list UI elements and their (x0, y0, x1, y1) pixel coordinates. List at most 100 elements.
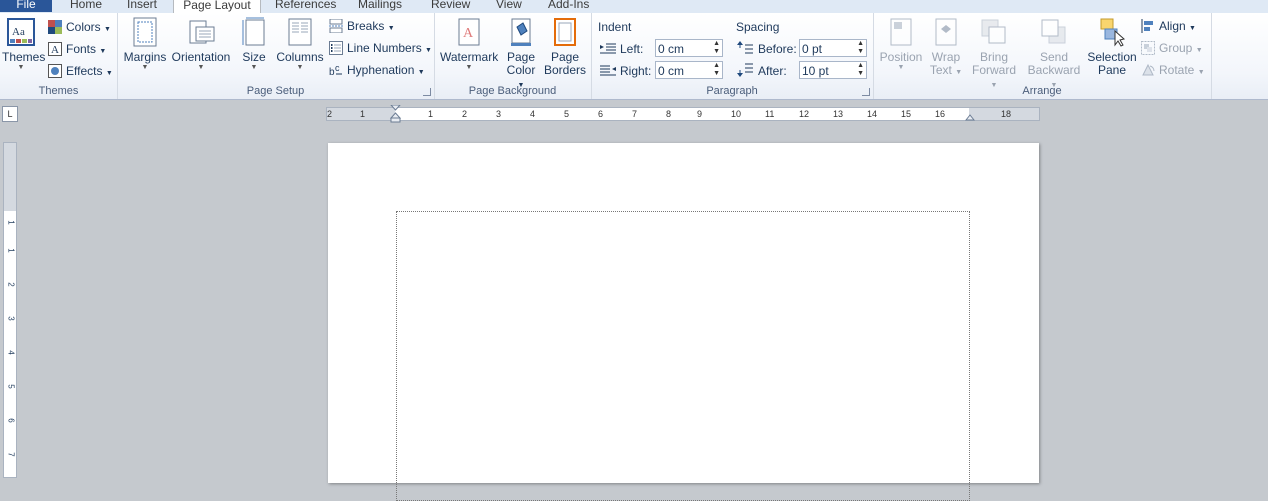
chevron-down-icon: ▼ (141, 64, 149, 71)
chevron-down-icon: ▼ (17, 64, 25, 71)
fonts-button[interactable]: A Fonts ▼ (48, 40, 106, 58)
group-button[interactable]: Group ▼ (1141, 39, 1203, 57)
position-icon (890, 18, 912, 46)
page-color-button[interactable]: Page Color ▼ (502, 17, 540, 92)
indent-marker-icon[interactable] (390, 105, 401, 123)
hyphenation-button[interactable]: b c Hyphenation ▼ (329, 61, 425, 79)
chevron-down-icon: ▼ (197, 64, 205, 71)
selection-pane-icon (1100, 18, 1126, 47)
chevron-down-icon: ▼ (955, 69, 963, 76)
wrap-text-button[interactable]: Wrap Text ▼ (928, 17, 964, 79)
wrap-text-icon (935, 18, 957, 46)
page-color-icon (511, 18, 531, 46)
ruler-label: 5 (6, 384, 16, 389)
position-label: Position (879, 50, 923, 64)
spinner-arrows-icon[interactable]: ▲ ▼ (857, 40, 864, 56)
group-label: Group (1159, 41, 1193, 55)
effects-button[interactable]: Effects ▼ (48, 62, 113, 80)
columns-icon (288, 18, 312, 46)
group-label-arrange: Arrange (1022, 85, 1062, 97)
top-margin-zone (4, 143, 16, 211)
group-objects-icon (1141, 41, 1155, 55)
tab-view[interactable]: View (496, 0, 522, 12)
fonts-icon: A (48, 42, 62, 56)
ruler-label: 2 (327, 109, 333, 119)
vertical-ruler[interactable]: 1 1 2 3 4 5 6 7 (3, 142, 17, 478)
spacing-before-label: Before: (758, 42, 797, 56)
tab-file[interactable]: File (0, 0, 52, 12)
spinner-arrows-icon[interactable]: ▲ ▼ (713, 62, 720, 78)
ruler-label: 14 (867, 109, 878, 119)
right-indent-marker-icon[interactable] (965, 111, 975, 121)
bring-forward-button[interactable]: Bring Forward ▼ (968, 17, 1020, 92)
tab-review[interactable]: Review (431, 0, 470, 12)
spacing-after-icon (737, 63, 753, 77)
bring-forward-icon (981, 19, 1006, 44)
position-button[interactable]: Position ▼ (877, 17, 925, 72)
tab-home[interactable]: Home (70, 0, 102, 12)
margins-label: Margins (123, 50, 167, 64)
align-button[interactable]: Align ▼ (1141, 17, 1196, 35)
columns-button[interactable]: Columns ▼ (275, 17, 325, 72)
tab-selector-button[interactable]: L (2, 106, 18, 122)
indent-left-input[interactable]: 0 cm ▲ ▼ (655, 39, 723, 57)
indent-right-value: 0 cm (658, 64, 685, 78)
send-backward-icon (1041, 19, 1066, 44)
horizontal-ruler[interactable]: 2 1 1 2 3 4 5 6 7 8 9 10 11 12 13 14 15 … (326, 105, 1040, 123)
selection-pane-label-line2: Pane (1097, 63, 1127, 77)
chevron-down-icon: ▼ (250, 64, 258, 71)
effects-label: Effects (66, 64, 103, 78)
document-page[interactable] (328, 143, 1039, 501)
colors-icon (48, 20, 62, 34)
indent-right-input[interactable]: 0 cm ▲ ▼ (655, 61, 723, 79)
group-label-page-setup: Page Setup (246, 85, 305, 97)
ruler-label: 9 (697, 109, 703, 119)
chevron-down-icon: ▼ (105, 70, 113, 77)
chevron-down-icon: ▼ (897, 64, 905, 71)
ruler-label: 2 (462, 109, 468, 119)
selection-pane-button[interactable]: Selection Pane (1086, 17, 1138, 77)
ruler-label: 18 (1001, 109, 1012, 119)
align-label: Align (1159, 19, 1186, 33)
tab-insert[interactable]: Insert (127, 0, 157, 12)
page-borders-label-line1: Page (550, 50, 580, 64)
tab-add-ins[interactable]: Add-Ins (548, 0, 589, 12)
spinner-arrows-icon[interactable]: ▲ ▼ (857, 62, 864, 78)
chevron-down-icon: ▼ (465, 64, 473, 71)
send-backward-button[interactable]: Send Backward ▼ (1024, 17, 1084, 92)
tab-mailings[interactable]: Mailings (358, 0, 402, 12)
indent-left-icon (600, 43, 616, 54)
indent-heading: Indent (598, 20, 632, 34)
orientation-label: Orientation (171, 50, 231, 64)
svg-text:c: c (335, 63, 340, 73)
spinner-arrows-icon[interactable]: ▲ ▼ (713, 40, 720, 56)
ruler-label: 3 (496, 109, 502, 119)
themes-button[interactable]: Aa Themes ▼ (2, 17, 45, 72)
page-borders-button[interactable]: Page Borders (544, 17, 586, 77)
margins-button[interactable]: Margins ▼ (123, 17, 167, 72)
size-button[interactable]: Size ▼ (237, 17, 271, 72)
colors-label: Colors (66, 20, 101, 34)
ruler-label: 10 (731, 109, 742, 119)
spacing-after-input[interactable]: 10 pt ▲ ▼ (799, 61, 867, 79)
line-numbers-button[interactable]: Line Numbers ▼ (329, 39, 432, 57)
watermark-button[interactable]: A Watermark ▼ (440, 17, 498, 72)
colors-button[interactable]: Colors ▼ (48, 18, 111, 36)
tab-references[interactable]: References (275, 0, 336, 12)
paragraph-dialog-launcher-icon[interactable] (862, 88, 870, 96)
page-setup-dialog-launcher-icon[interactable] (423, 88, 431, 96)
text-boundary[interactable] (396, 211, 970, 501)
orientation-button[interactable]: Orientation ▼ (171, 17, 231, 72)
themes-label: Themes (2, 50, 46, 64)
spacing-before-input[interactable]: 0 pt ▲ ▼ (799, 39, 867, 57)
tab-page-layout[interactable]: Page Layout (173, 0, 261, 13)
ruler-label: 3 (6, 316, 16, 321)
ribbon-tab-bar: File Home Insert Page Layout References … (0, 0, 1268, 14)
hyphenation-label: Hyphenation (347, 63, 415, 77)
breaks-button[interactable]: Breaks ▼ (329, 17, 395, 35)
svg-text:A: A (51, 44, 59, 56)
spacing-after-value: 10 pt (802, 64, 829, 78)
rotate-button[interactable]: Rotate ▼ (1141, 61, 1205, 79)
page-color-label-line1: Page (506, 50, 536, 64)
effects-icon (48, 64, 62, 78)
